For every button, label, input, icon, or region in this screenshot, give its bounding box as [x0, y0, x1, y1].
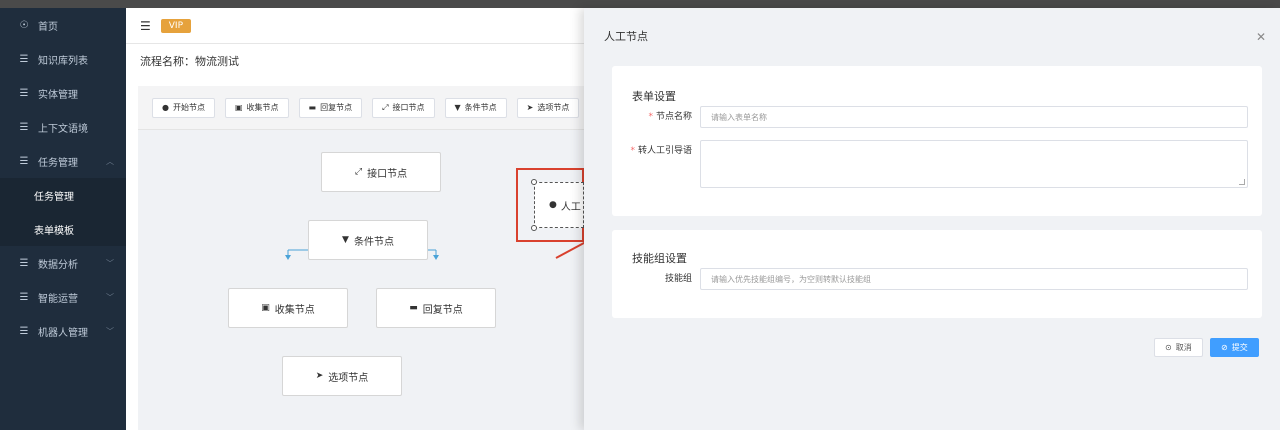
sidebar-item-label: 智能运营 — [38, 293, 78, 305]
guide-row: * 转人工引导语 — [612, 140, 1262, 188]
api-node[interactable]: ⤢ 接口节点 — [321, 152, 441, 192]
check-icon: ⊘ — [1221, 343, 1228, 352]
sidebar-item-entity[interactable]: ☰ 实体管理 — [0, 76, 126, 110]
list-icon: ☰ — [19, 53, 29, 65]
sidebar-item-label: 表单模板 — [34, 225, 74, 237]
sidebar-item-robot[interactable]: ☰ 机器人管理 ﹀ — [0, 314, 126, 348]
sidebar-item-label: 机器人管理 — [38, 327, 88, 339]
dashboard-icon: ☉ — [19, 19, 29, 31]
sidebar-item-task[interactable]: ☰ 任务管理 ︿ — [0, 144, 126, 178]
option-node[interactable]: ➤ 选项节点 — [282, 356, 402, 396]
list-icon: ☰ — [19, 257, 29, 269]
sidebar-item-label: 任务管理 — [34, 191, 74, 203]
form-settings-card: 表单设置 * 节点名称 请输入表单名称 * 转人工引导语 — [612, 66, 1262, 216]
sidebar-item-label: 知识库列表 — [38, 55, 88, 67]
node-name-input[interactable]: 请输入表单名称 — [700, 106, 1248, 128]
resize-handle[interactable] — [531, 225, 537, 231]
cursor-icon: ➤ — [315, 371, 324, 381]
vip-badge: VIP — [160, 18, 192, 33]
list-icon: ☰ — [19, 87, 29, 99]
form-section-title: 表单设置 — [632, 90, 676, 103]
sidebar-item-analysis[interactable]: ☰ 数据分析 ﹀ — [0, 246, 126, 280]
skill-label: 技能组 — [664, 274, 692, 284]
guide-label: 转人工引导语 — [637, 146, 692, 156]
filter-icon: ▼ — [342, 235, 349, 245]
sidebar-item-label: 首页 — [38, 21, 58, 33]
sidebar-item-label: 数据分析 — [38, 259, 78, 271]
drawer-title: 人工节点 — [584, 8, 1280, 64]
list-icon: ☰ — [19, 325, 29, 337]
chevron-down-icon: ﹀ — [106, 258, 114, 268]
submit-button[interactable]: ⊘ 提交 — [1210, 338, 1259, 357]
chevron-down-icon: ﹀ — [106, 292, 114, 302]
resize-grip-icon[interactable] — [1239, 179, 1245, 185]
cancel-icon: ⊙ — [1165, 343, 1172, 352]
form-icon: ▣ — [261, 303, 270, 313]
sidebar-item-label: 实体管理 — [38, 89, 78, 101]
sidebar-item-context[interactable]: ☰ 上下文语境 — [0, 110, 126, 144]
sidebar-subitem-task[interactable]: 任务管理 — [0, 178, 126, 212]
list-icon: ☰ — [19, 291, 29, 303]
sidebar: ☉ 首页 ☰ 知识库列表 ☰ 实体管理 ☰ 上下文语境 ☰ 任务管理 ︿ 任务管理 表单模板… — [0, 8, 126, 430]
reply-node[interactable]: ▬ 回复节点 — [376, 288, 496, 328]
chevron-up-icon: ︿ — [106, 156, 114, 166]
user-icon: ● — [549, 200, 557, 210]
top-strip — [0, 0, 1280, 8]
sidebar-subitem-form-template[interactable]: 表单模板 — [0, 212, 126, 246]
close-icon[interactable]: ✕ — [1256, 30, 1266, 44]
plug-icon: ⤢ — [354, 167, 363, 177]
manual-node[interactable]: ● 人工 — [534, 182, 584, 228]
sidebar-item-home[interactable]: ☉ 首页 — [0, 8, 126, 42]
skill-row: 技能组 请输入优先技能组编号，为空则转默认技能组 — [612, 268, 1262, 290]
flow-canvas[interactable]: ● 开始节点 ▣ 收集节点 ▬ 回复节点 ⤢ 接口节点 ▼ 条件节点 ➤ 选项节点 ⤢ 接口节… — [138, 86, 584, 430]
menu-toggle-icon[interactable]: ☰ — [140, 19, 151, 33]
sidebar-item-knowledge[interactable]: ☰ 知识库列表 — [0, 42, 126, 76]
main-header: ☰ VIP — [126, 8, 584, 44]
sidebar-item-operation[interactable]: ☰ 智能运营 ﹀ — [0, 280, 126, 314]
node-name-label: 节点名称 — [655, 112, 692, 122]
skill-section-title: 技能组设置 — [632, 252, 687, 265]
manual-node-drawer: 人工节点 ✕ 表单设置 * 节点名称 请输入表单名称 * 转人工引导语 技能组设置 … — [584, 8, 1280, 430]
guide-textarea[interactable] — [700, 140, 1248, 188]
node-name-row: * 节点名称 请输入表单名称 — [612, 106, 1262, 128]
sidebar-item-label: 任务管理 — [38, 157, 78, 169]
chat-icon: ▬ — [409, 303, 418, 313]
cancel-button[interactable]: ⊙ 取消 — [1154, 338, 1203, 357]
chevron-down-icon: ﹀ — [106, 326, 114, 336]
collect-node[interactable]: ▣ 收集节点 — [228, 288, 348, 328]
list-icon: ☰ — [19, 121, 29, 133]
condition-node[interactable]: ▼ 条件节点 — [308, 220, 428, 260]
list-icon: ☰ — [19, 155, 29, 167]
flow-name: 流程名称：物流测试 — [140, 55, 239, 68]
resize-handle[interactable] — [531, 179, 537, 185]
sidebar-item-label: 上下文语境 — [38, 123, 88, 135]
skill-input[interactable]: 请输入优先技能组编号，为空则转默认技能组 — [700, 268, 1248, 290]
skill-settings-card: 技能组设置 技能组 请输入优先技能组编号，为空则转默认技能组 — [612, 230, 1262, 318]
